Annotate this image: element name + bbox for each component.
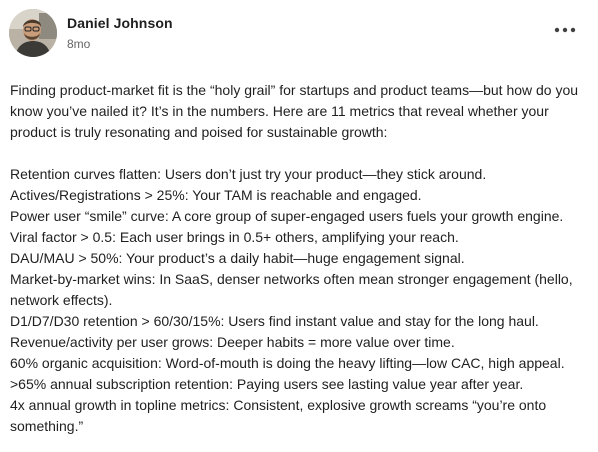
post-timestamp: 8mo <box>67 37 91 51</box>
metric-item: Power user “smile” curve: A core group o… <box>10 208 564 224</box>
more-horizontal-icon <box>554 27 576 33</box>
metric-item: Revenue/activity per user grows: Deeper … <box>10 334 455 350</box>
metrics-list: Retention curves flatten: Users don’t ju… <box>10 164 594 437</box>
author-avatar[interactable] <box>9 9 57 57</box>
post-intro: Finding product-market fit is the “holy … <box>10 82 579 140</box>
metric-item: 4x annual growth in topline metrics: Con… <box>10 397 547 434</box>
author-name[interactable]: Daniel Johnson <box>67 15 173 31</box>
more-options-button[interactable] <box>552 20 578 40</box>
post-body: Finding product-market fit is the “holy … <box>10 80 594 437</box>
metric-item: Actives/Registrations > 25%: Your TAM is… <box>10 187 422 203</box>
metric-item: D1/D7/D30 retention > 60/30/15%: Users f… <box>10 313 539 329</box>
metric-item: DAU/MAU > 50%: Your product’s a daily ha… <box>10 250 465 266</box>
metric-item: Viral factor > 0.5: Each user brings in … <box>10 229 459 245</box>
metric-item: Market-by-market wins: In SaaS, denser n… <box>10 271 573 308</box>
metric-item: >65% annual subscription retention: Payi… <box>10 376 524 392</box>
metric-item: 60% organic acquisition: Word-of-mouth i… <box>10 355 565 371</box>
feed-post: Daniel Johnson 8mo Finding product-marke… <box>0 0 598 452</box>
metric-item: Retention curves flatten: Users don’t ju… <box>10 166 487 182</box>
post-header: Daniel Johnson 8mo <box>9 9 589 61</box>
avatar-photo <box>9 9 57 57</box>
